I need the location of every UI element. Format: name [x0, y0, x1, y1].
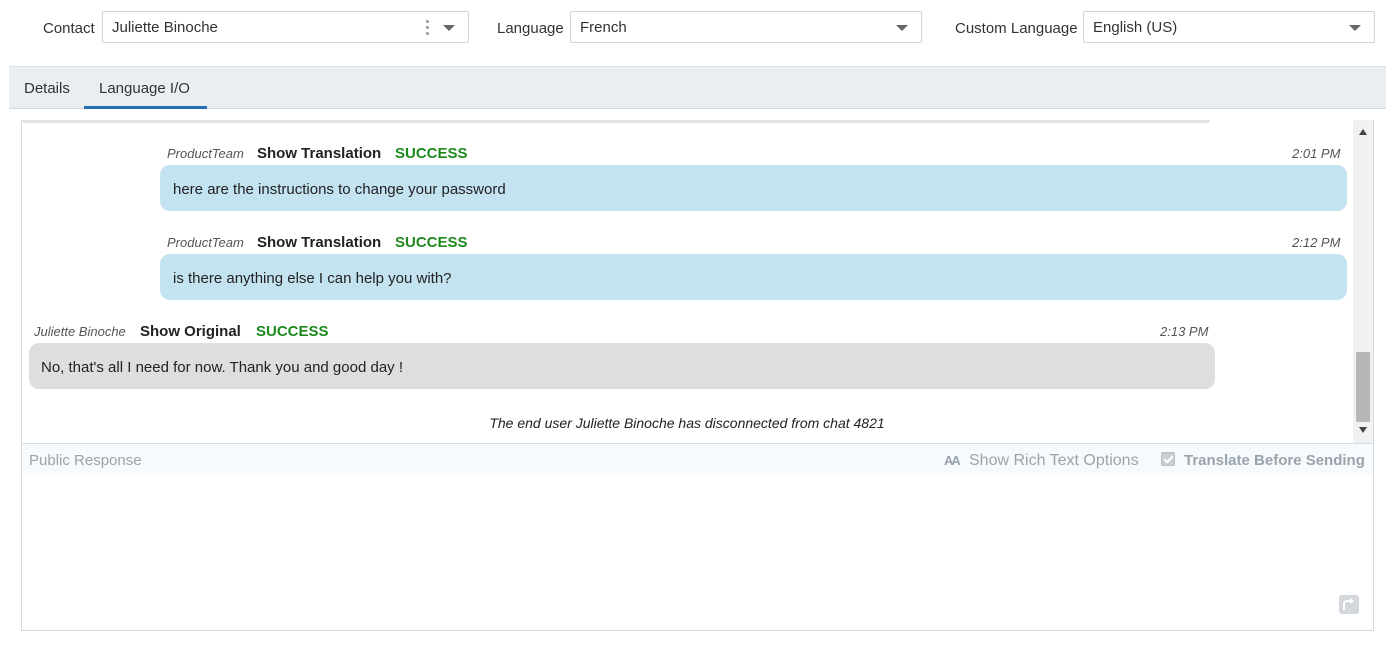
language-label: Language [497, 20, 564, 37]
response-textarea[interactable] [21, 475, 1374, 631]
system-note: The end user Juliette Binoche has discon… [489, 415, 885, 431]
translate-before-sending-label[interactable]: Translate Before Sending [1184, 452, 1365, 470]
show-translation-link[interactable]: Show Translation [257, 234, 381, 252]
scrollbar[interactable] [1353, 120, 1373, 443]
message-time: 2:12 PM [1292, 235, 1341, 250]
scrollbar-thumb[interactable] [1356, 352, 1370, 422]
custom-language-select[interactable]: English (US) [1083, 11, 1375, 43]
status-badge: SUCCESS [395, 234, 468, 251]
scroll-down-icon[interactable] [1359, 427, 1367, 433]
status-badge: SUCCESS [395, 145, 468, 162]
font-size-icon: AA [944, 453, 961, 468]
previous-message-edge [22, 120, 1210, 123]
message-text: is there anything else I can help you wi… [173, 270, 452, 287]
language-select[interactable]: French [570, 11, 922, 43]
message-bubble: here are the instructions to change your… [160, 165, 1347, 211]
show-original-link[interactable]: Show Original [140, 323, 241, 341]
more-options-icon[interactable] [426, 20, 430, 36]
chevron-down-icon[interactable] [1349, 25, 1361, 31]
send-icon[interactable] [1339, 595, 1359, 614]
status-badge: SUCCESS [256, 323, 329, 340]
language-select-value: French [580, 19, 627, 36]
scroll-up-icon[interactable] [1359, 129, 1367, 135]
show-rich-text-options-label: Show Rich Text Options [969, 452, 1139, 469]
contact-select[interactable]: Juliette Binoche [102, 11, 469, 43]
message-bubble: is there anything else I can help you wi… [160, 254, 1347, 300]
tab-details[interactable]: Details [24, 80, 70, 98]
message-bubble: No, that's all I need for now. Thank you… [29, 343, 1215, 389]
custom-language-label: Custom Language [955, 20, 1078, 37]
chevron-down-icon[interactable] [896, 25, 908, 31]
message-time: 2:01 PM [1292, 146, 1341, 161]
show-translation-link[interactable]: Show Translation [257, 145, 381, 163]
tab-bar: Details Language I/O [9, 66, 1386, 109]
chevron-down-icon[interactable] [443, 25, 455, 31]
message-author: Juliette Binoche [34, 324, 126, 339]
translate-before-sending-checkbox[interactable] [1161, 452, 1175, 466]
message-author: ProductTeam [167, 146, 244, 161]
message-text: here are the instructions to change your… [173, 181, 506, 198]
chat-transcript[interactable]: ProductTeam Show Translation SUCCESS 2:0… [21, 120, 1374, 443]
tab-language-io[interactable]: Language I/O [99, 80, 190, 98]
custom-language-select-value: English (US) [1093, 19, 1178, 36]
composer-toolbar: Public Response AA Show Rich Text Option… [21, 443, 1374, 476]
message-text: No, that's all I need for now. Thank you… [41, 359, 403, 376]
message-time: 2:13 PM [1160, 324, 1209, 339]
active-tab-indicator [84, 106, 207, 109]
contact-select-value: Juliette Binoche [112, 19, 218, 36]
message-author: ProductTeam [167, 235, 244, 250]
public-response-label: Public Response [29, 452, 142, 469]
contact-label: Contact [43, 20, 95, 37]
